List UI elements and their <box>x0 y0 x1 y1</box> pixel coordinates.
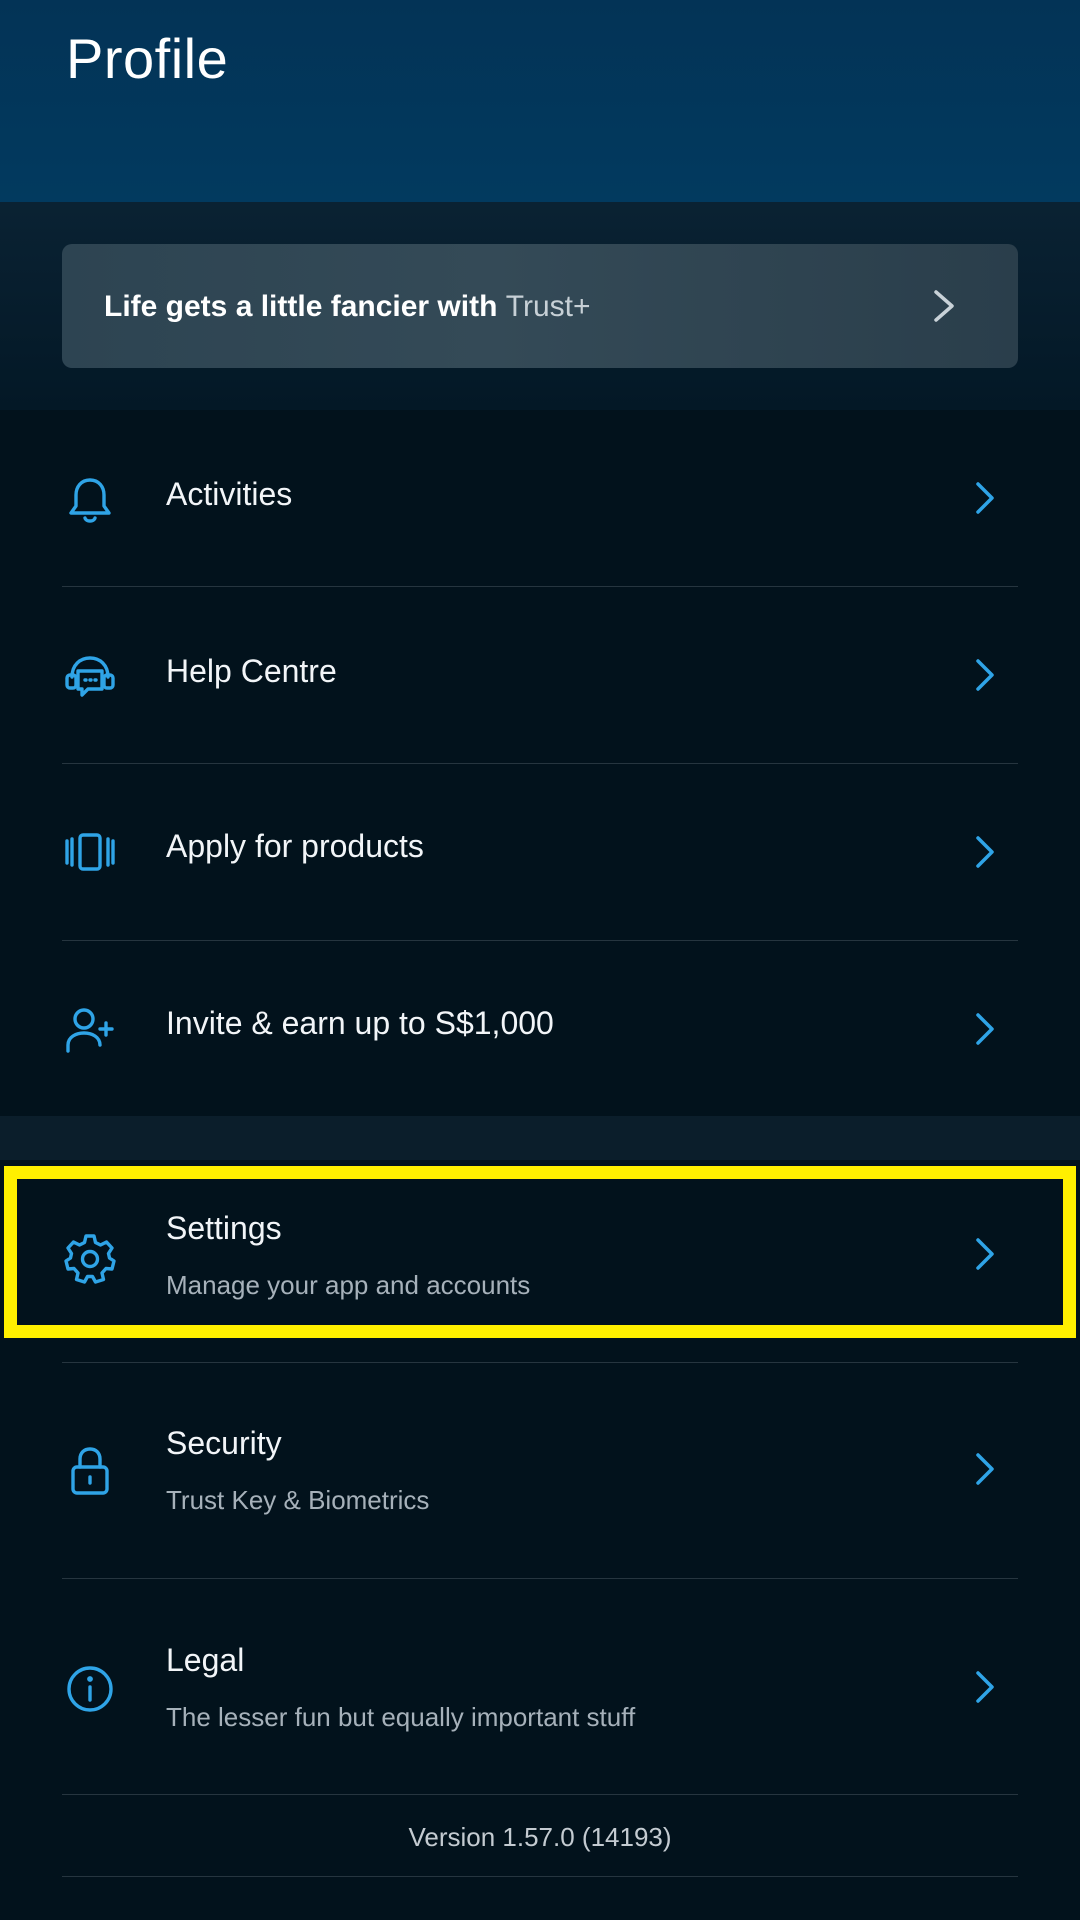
promo-text: Life gets a little fancier with Trust+ <box>104 290 591 324</box>
menu-item-settings[interactable]: Settings Manage your app and accounts <box>0 1178 1080 1340</box>
menu-item-apply-products[interactable]: Apply for products <box>0 764 1080 940</box>
menu-item-help-centre[interactable]: Help Centre <box>0 587 1080 763</box>
menu-item-subtitle: The lesser fun but equally important stu… <box>166 1702 636 1732</box>
menu-group-main: Activities Help Centre Apply for product… <box>0 410 1080 1116</box>
app-version: Version 1.57.0 (14193) <box>408 1822 672 1852</box>
chevron-right-icon <box>972 1449 998 1489</box>
menu-item-activities[interactable]: Activities <box>0 410 1080 586</box>
trust-plus-banner[interactable]: Life gets a little fancier with Trust+ <box>62 244 1018 368</box>
menu-item-subtitle: Manage your app and accounts <box>166 1270 531 1300</box>
divider <box>62 1876 1018 1877</box>
promo-section: Life gets a little fancier with Trust+ <box>0 202 1080 410</box>
gear-icon <box>62 1230 118 1286</box>
cards-icon <box>62 824 118 880</box>
menu-item-label: Settings <box>166 1210 282 1246</box>
chevron-right-icon <box>972 478 998 518</box>
promo-lead: Life gets a little fancier with <box>104 290 506 323</box>
menu-item-legal[interactable]: Legal The lesser fun but equally importa… <box>0 1579 1080 1794</box>
chevron-right-icon <box>930 288 958 324</box>
menu-item-label: Activities <box>166 476 293 512</box>
info-icon <box>62 1661 118 1717</box>
chevron-right-icon <box>972 832 998 872</box>
promo-brand: Trust+ <box>505 290 591 323</box>
chevron-right-icon <box>972 1009 998 1049</box>
menu-item-label: Legal <box>166 1642 245 1678</box>
bell-icon <box>62 472 118 528</box>
chevron-right-icon <box>972 1234 998 1274</box>
header: Profile <box>0 0 1080 202</box>
menu-item-label: Security <box>166 1425 282 1461</box>
lock-icon <box>62 1443 118 1499</box>
menu-item-label: Apply for products <box>166 828 424 864</box>
page-title: Profile <box>66 27 229 90</box>
menu-item-security[interactable]: Security Trust Key & Biometrics <box>0 1363 1080 1578</box>
menu-item-label: Help Centre <box>166 653 337 689</box>
chevron-right-icon <box>972 1667 998 1707</box>
divider <box>62 1794 1018 1795</box>
section-separator <box>0 1116 1080 1160</box>
menu-item-invite-earn[interactable]: Invite & earn up to S$1,000 <box>0 941 1080 1116</box>
menu-item-subtitle: Trust Key & Biometrics <box>166 1485 430 1515</box>
menu-item-label: Invite & earn up to S$1,000 <box>166 1005 554 1041</box>
menu-group-settings: Settings Manage your app and accounts Se… <box>0 1160 1080 1920</box>
headset-chat-icon <box>62 649 118 705</box>
chevron-right-icon <box>972 655 998 695</box>
add-user-icon <box>62 1003 118 1059</box>
